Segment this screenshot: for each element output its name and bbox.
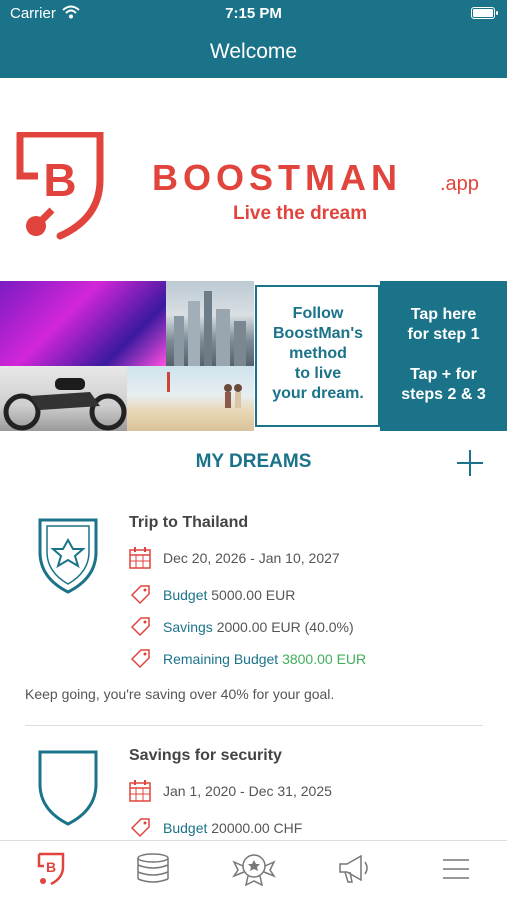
megaphone-icon[interactable] [337,854,373,884]
dream-title[interactable]: Savings for security [129,747,282,765]
boostman-b-icon[interactable]: B [37,852,65,886]
tag-icon [130,818,150,838]
method-info-text: Follow BoostMan's method to live your dr… [258,304,378,404]
brand-suffix: .app [440,173,479,195]
dream-savings-row: Savings 2000.00 EUR (40.0%) [163,619,354,635]
method-line: BoostMan's [272,325,364,342]
calendar-icon [129,547,151,569]
tag-icon [130,617,150,637]
nav-bar: Welcome [0,28,507,78]
page-title: Welcome [209,40,298,63]
battery-icon [471,7,498,19]
remaining-value: 3800.00 EUR [282,651,367,667]
method-line: Follow [292,305,344,322]
tag-icon [130,585,150,605]
savings-value: 2000.00 EUR (40.0%) [216,619,354,635]
photo-concert [0,281,166,366]
method-line: to live [294,365,342,382]
budget-label: Budget [163,820,208,836]
tap-step1-line: for step 1 [407,326,480,343]
coins-icon[interactable] [135,853,171,885]
tap-step1-text[interactable]: Tap here for step 1 [380,305,507,345]
menu-icon[interactable] [442,857,470,881]
photo-beach-people [167,372,242,408]
tap-step1-line: Tap here [410,306,477,323]
photo-city-buildings [174,291,246,366]
remaining-label: Remaining Budget [163,651,279,667]
dream-dates: Jan 1, 2020 - Dec 31, 2025 [163,783,332,799]
tap-step23-line: steps 2 & 3 [401,386,486,403]
dream-remaining-row: Remaining Budget 3800.00 EUR [163,651,366,667]
dream-progress-note: Keep going, you're saving over 40% for y… [25,686,335,702]
logo-mark-letter: B [43,154,76,206]
dream-shield-icon [38,750,98,826]
svg-text:B: B [46,859,56,875]
status-bar: Carrier 7:15 PM [0,0,507,28]
calendar-icon [129,780,151,802]
dream-shield-star-icon [38,518,98,594]
savings-label: Savings [163,619,213,635]
clock: 7:15 PM [225,5,282,22]
tap-step23-text[interactable]: Tap + for steps 2 & 3 [380,365,507,405]
card-divider [25,725,483,726]
medal-icon[interactable] [232,852,276,886]
brand-name: BOOSTMAN [152,157,402,198]
brand-tagline: Live the dream [233,203,368,224]
budget-value: 5000.00 EUR [211,587,296,603]
dream-budget-row: Budget 20000.00 CHF [163,820,302,836]
method-line: your dream. [272,385,364,402]
budget-value: 20000.00 CHF [211,820,303,836]
photo-motorcycle-shape [3,378,127,431]
tap-step23-line: Tap + for [410,366,477,383]
tap-step-panel[interactable] [380,281,507,431]
boostman-shield-logo: B [16,132,104,240]
dream-title[interactable]: Trip to Thailand [129,514,248,532]
my-dreams-heading: MY DREAMS [195,451,312,472]
method-line: method [289,345,347,362]
tag-icon [130,649,150,669]
add-dream-button[interactable] [455,448,485,478]
dream-dates: Dec 20, 2026 - Jan 10, 2027 [163,550,340,566]
dream-budget-row: Budget 5000.00 EUR [163,587,295,603]
budget-label: Budget [163,587,208,603]
